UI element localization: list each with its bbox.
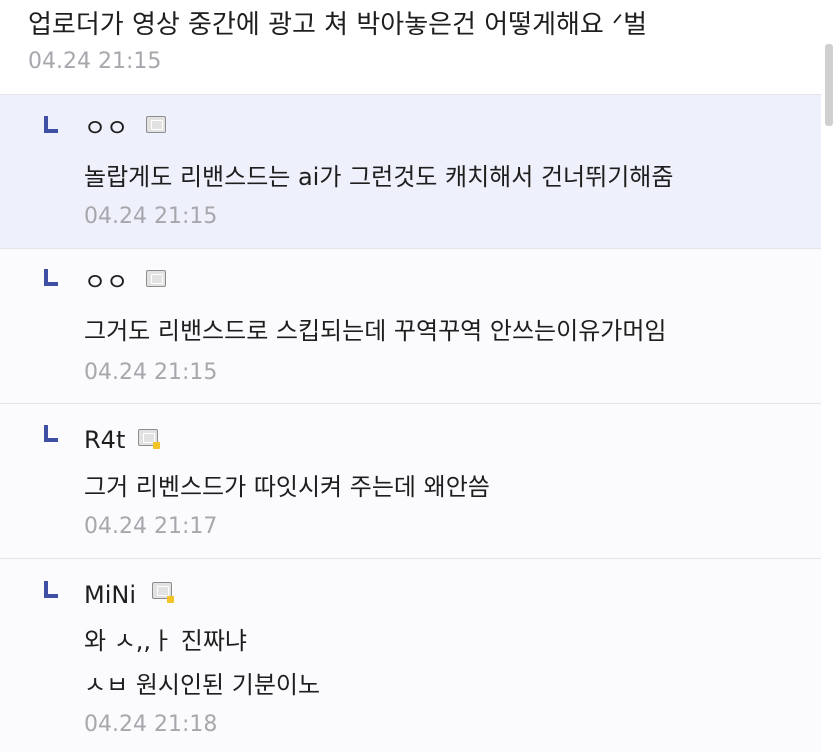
reply-text-line: ㅅㅂ 원시인된 기분이노 (84, 671, 321, 699)
reply-arrow-icon (44, 116, 58, 133)
parent-comment-timestamp: 04.24 21:15 (28, 49, 162, 74)
gallery-badge-dot (153, 442, 160, 449)
reply-author[interactable]: ㅇㅇ (84, 113, 128, 143)
gallery-badge-dot (167, 596, 174, 603)
reply-arrow-icon (44, 425, 58, 442)
reply-text: 그거도 리밴스드로 스킵되는데 꾸역꾸역 안쓰는이유가머임 (84, 317, 667, 345)
reply-text-line: 와 ㅅ,,ㅏ 진짜냐 (84, 627, 247, 655)
reply-arrow-icon (44, 581, 58, 598)
reply-arrow-icon (44, 269, 58, 286)
reply-timestamp: 04.24 21:15 (84, 360, 218, 385)
reply-text: 놀랍게도 리밴스드는 ai가 그런것도 캐치해서 건너뛰기해줌 (84, 163, 674, 191)
reply-author[interactable]: R4t (84, 425, 125, 455)
reply-text: 그거 리벤스드가 따잇시켜 주는데 왜안씀 (84, 473, 490, 501)
scrollbar-thumb[interactable] (825, 44, 833, 126)
scrollbar[interactable] (821, 0, 835, 752)
reply-timestamp: 04.24 21:17 (84, 514, 218, 539)
reply-timestamp: 04.24 21:18 (84, 712, 218, 737)
reply-author[interactable]: MiNi (84, 580, 136, 610)
reply-author[interactable]: ㅇㅇ (84, 267, 128, 297)
parent-comment-text: 업로더가 영상 중간에 광고 쳐 박아놓은건 어떻게해요 ᐟ벌 (28, 10, 648, 40)
reply-item: R4t 그거 리벤스드가 따잇시켜 주는데 왜안씀 04.24 21:17 (0, 404, 821, 559)
reply-item: MiNi 와 ㅅ,,ㅏ 진짜냐 ㅅㅂ 원시인된 기분이노 04.24 21:18 (0, 559, 821, 752)
reply-timestamp: 04.24 21:15 (84, 204, 218, 229)
user-badge-icon (146, 116, 166, 133)
user-badge-icon (146, 270, 166, 287)
parent-comment: 업로더가 영상 중간에 광고 쳐 박아놓은건 어떻게해요 ᐟ벌 04.24 21… (0, 0, 821, 95)
reply-item: ㅇㅇ 놀랍게도 리밴스드는 ai가 그런것도 캐치해서 건너뛰기해줌 04.24… (0, 95, 821, 249)
reply-item: ㅇㅇ 그거도 리밴스드로 스킵되는데 꾸역꾸역 안쓰는이유가머임 04.24 2… (0, 249, 821, 404)
